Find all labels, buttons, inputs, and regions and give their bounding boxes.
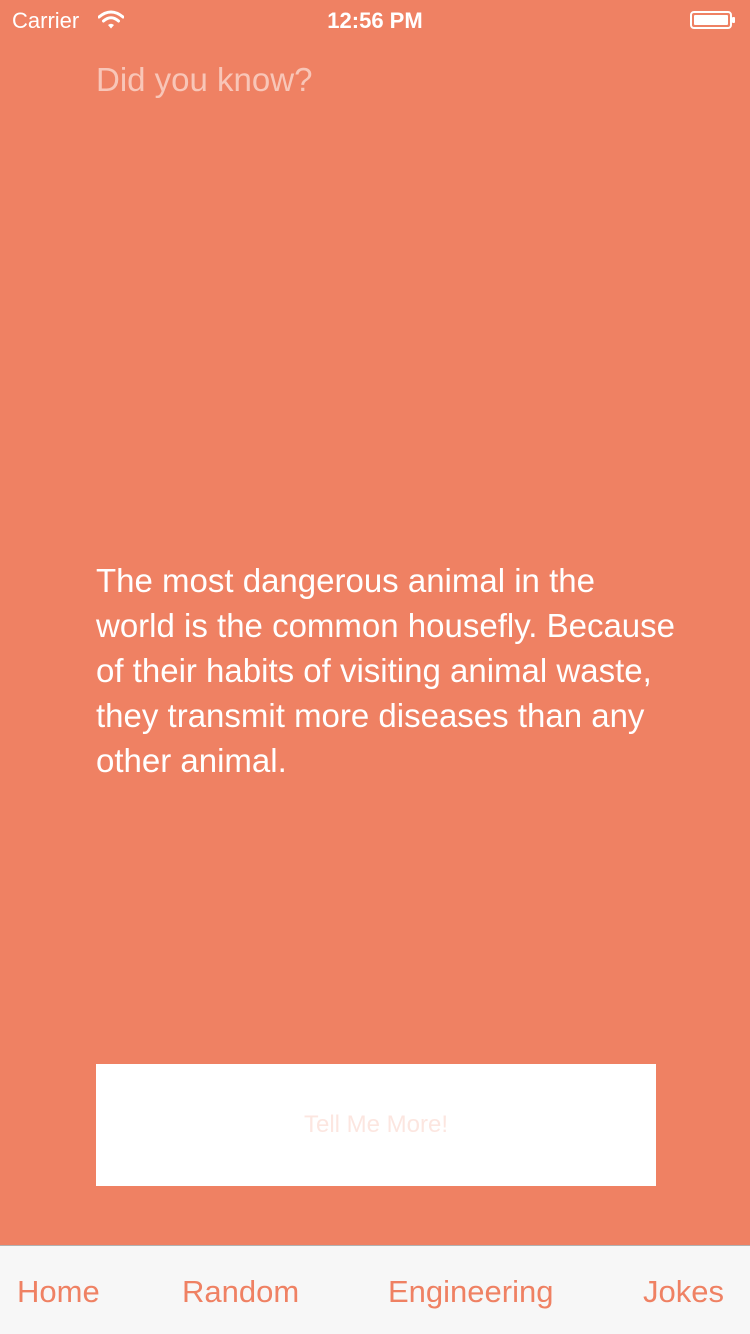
tab-home[interactable]: Home <box>17 1273 100 1311</box>
page-title: Did you know? <box>96 61 313 98</box>
tell-me-more-button[interactable]: Tell Me More! <box>96 1064 656 1186</box>
tab-jokes[interactable]: Jokes <box>643 1273 724 1311</box>
tab-bar: Home Random Engineering Jokes <box>0 1245 750 1334</box>
tab-engineering[interactable]: Engineering <box>388 1273 553 1311</box>
tab-random[interactable]: Random <box>182 1273 299 1311</box>
battery-icon <box>690 11 736 29</box>
status-time: 12:56 PM <box>327 8 423 33</box>
fact-text: The most dangerous animal in the world i… <box>96 562 675 779</box>
status-bar: Carrier 12:56 PM <box>0 0 750 40</box>
